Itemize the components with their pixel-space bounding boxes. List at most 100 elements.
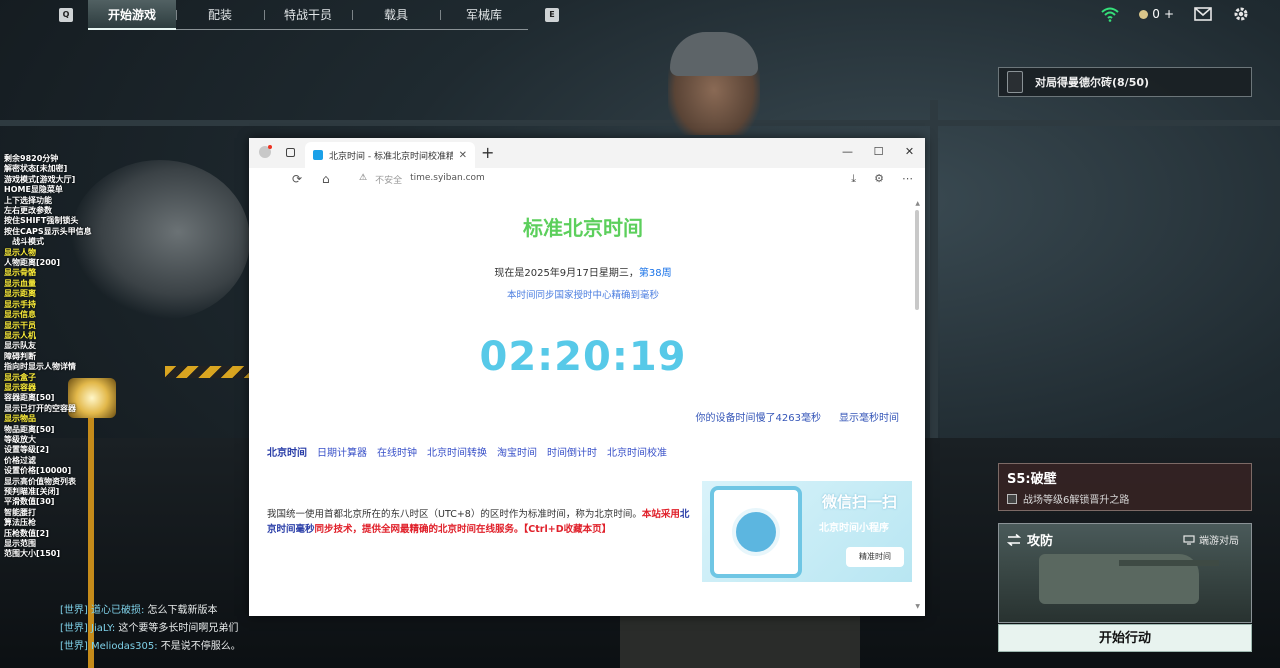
overlay-menu-item: 战斗模式 xyxy=(12,237,44,247)
qr-scan-text: 微信扫一扫 xyxy=(822,493,898,511)
close-window-button[interactable]: ✕ xyxy=(894,138,925,166)
mission-tracker[interactable]: 对局得曼德尔砖(8/50) xyxy=(998,67,1252,97)
chat-message: [世界] 道心已破损: 怎么下载新版本 xyxy=(60,602,241,620)
scroll-up-icon[interactable]: ▲ xyxy=(915,200,920,207)
url-field[interactable]: ⚠ 不安全 time.syiban.com xyxy=(359,173,485,186)
tab-actions-icon[interactable] xyxy=(286,148,295,157)
mode-name: 攻防 xyxy=(1027,534,1054,549)
site-link[interactable]: 淘宝时间 xyxy=(497,444,537,459)
chat-text: 不是说不停服么。 xyxy=(160,641,241,652)
pc-match-label: 端游对局 xyxy=(1183,532,1239,547)
close-tab-icon[interactable]: ✕ xyxy=(459,150,467,161)
extensions-icon[interactable]: ⚙ xyxy=(874,172,884,186)
overlay-menu-item: 左右更改参数 xyxy=(4,206,52,216)
pc-match-text: 端游对局 xyxy=(1199,536,1239,547)
qr-miniapp-text: 北京时间小程序 xyxy=(819,523,889,534)
game-mode-card[interactable]: 攻防 端游对局 xyxy=(998,523,1252,623)
overlay-menu-item: 显示骨骼 xyxy=(4,268,36,278)
overlay-menu-item: 物品距离[50] xyxy=(4,424,55,434)
tab-start-game[interactable]: 开始游戏 xyxy=(88,0,176,30)
overlay-menu-item: 智能腰打 xyxy=(4,507,36,517)
current-date: 现在是2025年9月17日星期三，第38周 xyxy=(249,264,917,279)
chat-sender[interactable]: 道心已破损: xyxy=(88,605,148,616)
wifi-signal-icon xyxy=(1101,7,1119,22)
site-link[interactable]: 在线时钟 xyxy=(377,444,417,459)
notification-dot xyxy=(268,145,272,149)
overlay-menu-item: 显示物品 xyxy=(4,414,36,424)
precise-time-button[interactable]: 精准时间 xyxy=(846,547,904,567)
date-text: 现在是2025年9月17日星期三， xyxy=(494,268,639,279)
site-favicon-icon xyxy=(313,150,323,160)
swap-arrows-icon xyxy=(1007,533,1021,546)
top-right-status: 0 + xyxy=(1101,2,1250,26)
not-secure-label: 不安全 xyxy=(375,176,403,186)
overlay-menu-item: 显示人机 xyxy=(4,330,36,340)
more-menu-icon[interactable]: ⋯ xyxy=(902,172,913,186)
scroll-down-icon[interactable]: ▼ xyxy=(915,603,920,610)
overlay-menu-item: 上下选择功能 xyxy=(4,195,52,205)
page-title: 标准北京时间 xyxy=(523,216,643,240)
bookmark-hint: 【Ctrl+D收藏本页】 xyxy=(523,524,612,535)
week-link[interactable]: 第38周 xyxy=(639,268,672,279)
desc-highlight-2: 同步技术，提供全网最精确的北京时间在线服务。 xyxy=(314,524,524,535)
url-host: time.syiban.com xyxy=(410,173,485,183)
page-description: 我国统一使用首都北京所在的东八时区（UTC+8）的区时作为标准时间，称为北京时间… xyxy=(267,507,697,537)
next-tab-key-hint: E xyxy=(545,8,559,22)
site-link[interactable]: 日期计算器 xyxy=(317,444,367,459)
sync-note[interactable]: 本时间同步国家授时中心精确到毫秒 xyxy=(249,287,917,301)
overlay-menu-item: 显示队友 xyxy=(4,341,36,351)
currency-display[interactable]: 0 + xyxy=(1139,7,1174,21)
maximize-button[interactable]: ☐ xyxy=(863,138,894,166)
address-bar: ⟳ ⌂ ⚠ 不安全 time.syiban.com ⤓ ⚙ ⋯ xyxy=(249,168,925,192)
overlay-menu-item: 人物距离[200] xyxy=(4,258,61,268)
prev-tab-key-hint: Q xyxy=(59,8,73,22)
window-controls: — ☐ ✕ xyxy=(832,138,925,166)
browser-tab[interactable]: 北京时间 - 标准北京时间校准精确 ✕ xyxy=(305,142,475,168)
tab-vehicles[interactable]: 载具 xyxy=(352,0,440,30)
warning-icon: ⚠ xyxy=(359,173,368,183)
browser-tab-title: 北京时间 - 标准北京时间校准精确 xyxy=(329,151,453,162)
new-tab-icon[interactable]: + xyxy=(481,143,494,162)
settings-gear-icon[interactable] xyxy=(1232,5,1250,23)
season-panel[interactable]: S5:破壁 战场等级6解锁晋升之路 xyxy=(998,463,1252,511)
overlay-menu-item: 解密状态[未加密] xyxy=(4,164,68,174)
tab-armory[interactable]: 军械库 xyxy=(440,0,528,30)
hangar-beam xyxy=(0,120,1280,126)
overlay-menu-item: 设置价格[10000] xyxy=(4,466,72,476)
diff-value: 4263 xyxy=(775,413,801,424)
mode-label: 攻防 xyxy=(1007,530,1053,549)
tab-loadout[interactable]: 配装 xyxy=(176,0,264,30)
browser-window: 北京时间 - 标准北京时间校准精确 ✕ + — ☐ ✕ ⟳ ⌂ ⚠ 不安全 ti… xyxy=(249,138,925,616)
download-icon[interactable]: ⤓ xyxy=(851,172,856,186)
overlay-menu-item: 显示信息 xyxy=(4,310,36,320)
overlay-menu-item: HOME显隐菜单 xyxy=(4,185,63,195)
start-action-button[interactable]: 开始行动 xyxy=(998,624,1252,652)
site-link[interactable]: 时间倒计时 xyxy=(547,444,597,459)
site-link[interactable]: 北京时间转换 xyxy=(427,444,487,459)
add-currency-button[interactable]: + xyxy=(1164,7,1174,21)
overlay-menu-item: 范围大小[150] xyxy=(4,549,61,559)
season-title: S5:破壁 xyxy=(1007,472,1057,487)
site-link[interactable]: 北京时间校准 xyxy=(607,444,667,459)
overlay-menu-item: 算法压枪 xyxy=(4,518,36,528)
overlay-menu-item: 剩余9820分钟 xyxy=(4,154,59,163)
refresh-icon[interactable]: ⟳ xyxy=(292,172,302,186)
hangar-pillar xyxy=(930,100,938,460)
overlay-menu-item: 预判瞄准[关闭] xyxy=(4,487,60,496)
chat-channel: [世界] xyxy=(60,605,88,616)
chat-sender[interactable]: JiaLY: xyxy=(88,623,119,634)
minimize-button[interactable]: — xyxy=(832,138,863,166)
home-icon[interactable]: ⌂ xyxy=(322,172,330,186)
diff-text: 你的设备时间慢了4263毫秒 xyxy=(695,413,821,424)
mail-icon[interactable] xyxy=(1194,7,1212,21)
chat-sender[interactable]: Meliodas305: xyxy=(88,641,161,652)
overlay-menu-list: 剩余9820分钟 解密状态[未加密] 游戏模式[游戏大厅] HOME显隐菜单 上下选择功… xyxy=(4,154,114,560)
tank-barrel xyxy=(1119,560,1219,566)
tab-operators[interactable]: 特战干员 xyxy=(264,0,352,30)
lock-icon xyxy=(1007,493,1017,504)
site-link[interactable]: 北京时间 xyxy=(267,444,307,459)
show-ms-link[interactable]: 显示毫秒时间 xyxy=(839,409,899,424)
clock-display: 02:20:19 xyxy=(479,334,687,380)
overlay-menu-item: 显示已打开的空容器 xyxy=(4,403,76,413)
overlay-menu-item: 游戏模式[游戏大厅] xyxy=(4,174,76,184)
